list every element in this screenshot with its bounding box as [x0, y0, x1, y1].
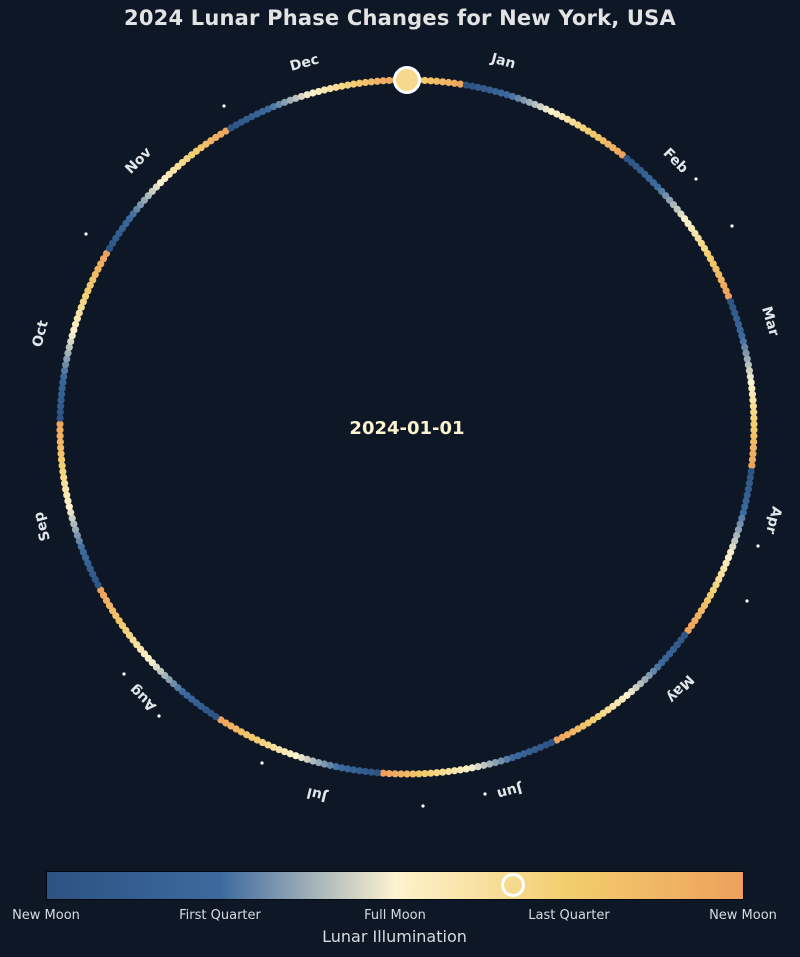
colorbar-tick-last-quarter: Last Quarter [528, 908, 610, 923]
month-label-jul: Jul [305, 784, 329, 805]
month-label-sep: Sep [31, 510, 54, 543]
star [694, 177, 698, 181]
month-label-jan: Jan [488, 50, 517, 72]
star [222, 104, 226, 108]
star [483, 792, 487, 796]
month-label-jun: Jun [495, 779, 525, 801]
star [260, 761, 264, 765]
colorbar-tick-new-moon-end: New Moon [709, 908, 777, 923]
star [84, 232, 88, 236]
star [745, 599, 749, 603]
star-field [84, 104, 760, 808]
star [122, 672, 126, 676]
colorbar-tick-first-quarter: First Quarter [179, 908, 261, 923]
colorbar-tick-new-moon: New Moon [12, 908, 80, 923]
lunar-phase-dial: Jan Feb Mar Apr May Jun Jul Aug Sep Oct Nov Dec 202… [30, 50, 784, 808]
month-label-nov: Nov [122, 144, 155, 177]
center-date-label: 2024-01-01 [349, 418, 464, 439]
colorbar-label: Lunar Illumination [322, 927, 467, 946]
moon-marker [393, 66, 421, 94]
month-label-aug: Aug [127, 681, 160, 714]
month-label-oct: Oct [30, 319, 52, 349]
month-label-feb: Feb [660, 145, 691, 177]
star [421, 804, 425, 808]
month-label-dec: Dec [288, 52, 321, 75]
colorbar-tick-full-moon: Full Moon [364, 908, 426, 923]
month-label-apr: Apr [762, 505, 784, 536]
current-day-marker [393, 66, 421, 94]
colorbar-gradient [46, 871, 744, 900]
month-label-may: May [663, 671, 697, 705]
star [756, 544, 760, 548]
star [730, 224, 734, 228]
month-label-mar: Mar [758, 305, 782, 339]
colorbar [46, 871, 744, 900]
star [157, 714, 161, 718]
